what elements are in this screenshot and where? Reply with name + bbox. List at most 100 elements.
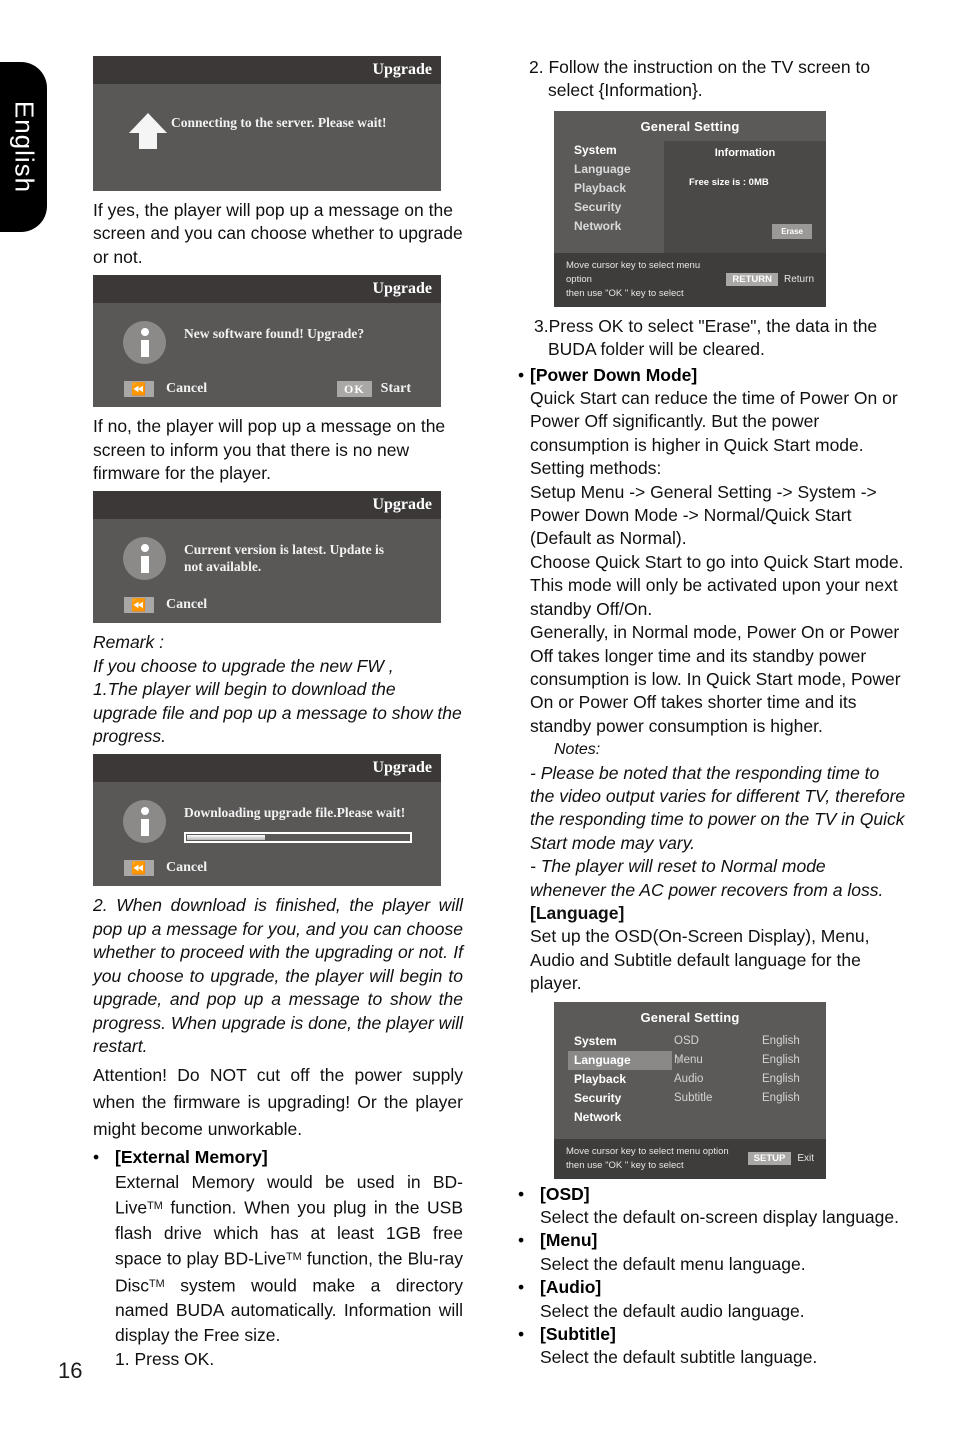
prev-track-key-icon[interactable]: ⏪: [124, 597, 154, 614]
option-osd-heading: [OSD]: [540, 1183, 590, 1204]
external-memory-step1: 1. Press OK.: [115, 1349, 215, 1370]
lang-row-key: Audio: [674, 1072, 704, 1085]
general-setting-language-dialog: General Setting System Language Playback…: [554, 1001, 826, 1179]
ok-key-button[interactable]: OK: [337, 381, 372, 398]
free-size-text: Free size is : 0MB: [689, 176, 769, 188]
gs-footer-text: Move cursor key to select menu option th…: [566, 259, 726, 301]
dialog-message: Connecting to the server. Please wait!: [171, 115, 387, 130]
option-subtitle-heading: [Subtitle]: [540, 1324, 616, 1345]
info-icon: [123, 321, 166, 365]
dialog-title-bar: Upgrade: [93, 754, 441, 783]
prev-track-key-icon[interactable]: ⏪: [124, 381, 154, 398]
table-row[interactable]: OSD English: [664, 1032, 826, 1051]
gs-footer-line2: then use "OK " key to select: [566, 287, 684, 299]
option-menu-heading: [Menu]: [540, 1230, 598, 1251]
lang-row-key: Subtitle: [674, 1091, 713, 1104]
power-down-para-2: Setting methods:: [530, 458, 662, 479]
gs-information-panel: Information Free size is : 0MB Erase: [664, 140, 826, 253]
option-menu-desc: Select the default menu language.: [540, 1253, 806, 1274]
right-column: 2. Follow the instruction on the TV scre…: [518, 56, 906, 1370]
gs-footer-key-group: SETUP Exit: [747, 1152, 826, 1166]
table-row[interactable]: Subtitle English: [664, 1089, 826, 1108]
cancel-label[interactable]: Cancel: [154, 597, 207, 613]
language-tab-label: English: [9, 100, 39, 194]
prev-track-key-icon[interactable]: ⏪: [124, 860, 154, 877]
external-memory-heading: [External Memory]: [115, 1147, 268, 1168]
dialog-version-latest: Upgrade Current version is latest. Updat…: [93, 491, 441, 624]
dialog-body: New software found! Upgrade? ⏪ Cancel OK…: [93, 303, 441, 407]
setup-key-button[interactable]: SETUP: [747, 1152, 792, 1166]
gs-menu-item-network[interactable]: Network: [568, 1108, 664, 1127]
gs-menu-item-system[interactable]: System: [568, 1032, 664, 1051]
start-label[interactable]: Start: [372, 381, 411, 397]
dialog-title-bar: Upgrade: [93, 491, 441, 520]
remark-step2: 2. When download is finished, the player…: [93, 895, 463, 1056]
bullet-icon: •: [518, 1277, 525, 1298]
gs-footer-line1: Move cursor key to select menu option: [566, 259, 701, 285]
gs-menu-item-network[interactable]: Network: [568, 217, 664, 236]
gs-menu-item-playback[interactable]: Playback: [568, 1070, 664, 1089]
power-down-heading-row: • [Power Down Mode]: [518, 364, 906, 387]
dialog-message: Downloading upgrade file.Please wait!: [184, 805, 406, 821]
lang-row-value: English: [762, 1091, 800, 1104]
external-memory-heading-row: • [External Memory]: [93, 1146, 463, 1169]
lang-row-value: English: [762, 1034, 800, 1047]
general-setting-information-dialog: General Setting System Language Playback…: [554, 110, 826, 307]
setup-key-label: Exit: [797, 1153, 814, 1165]
table-row[interactable]: Audio English: [664, 1070, 826, 1089]
lang-row-key: OSD: [674, 1034, 699, 1047]
power-down-para-4: Choose Quick Start to go into Quick Star…: [530, 551, 904, 619]
em-text-4: system would make a directory named BUDA…: [115, 1275, 463, 1345]
table-row[interactable]: Menu English: [664, 1051, 826, 1070]
trademark-3: TM: [149, 1277, 165, 1290]
gs-footer-key-group: RETURN Return: [726, 273, 826, 287]
progress-fill: [187, 835, 266, 841]
bullet-icon: •: [93, 1147, 100, 1168]
note-1: - Please be noted that the responding ti…: [530, 762, 906, 853]
gs-language-rows: OSD English Menu English Audio English S…: [664, 1032, 826, 1127]
note-2: - The player will reset to Normal mode w…: [530, 856, 884, 900]
download-progress-bar: [184, 832, 412, 844]
dialog-title: Upgrade: [372, 280, 432, 298]
gs-menu-item-language[interactable]: Language: [568, 1050, 683, 1070]
dialog-message: New software found! Upgrade?: [184, 326, 365, 342]
option-menu-heading-row: • [Menu]: [518, 1229, 906, 1252]
dialog-title: Upgrade: [372, 759, 432, 777]
lang-row-value: English: [762, 1053, 800, 1066]
gs-menu-item-playback[interactable]: Playback: [568, 179, 664, 198]
gs-menu-item-language[interactable]: Language: [568, 160, 664, 179]
info-icon: [123, 537, 166, 581]
dialog-new-software: Upgrade New software found! Upgrade? ⏪ C…: [93, 275, 441, 408]
cancel-label[interactable]: Cancel: [154, 860, 207, 876]
gs-title: General Setting: [640, 118, 740, 134]
return-key-label: Return: [783, 274, 814, 286]
dialog-body: Connecting to the server. Please wait!: [93, 84, 441, 191]
cancel-label[interactable]: Cancel: [154, 381, 207, 397]
gs-main: System Language Playback Security Networ…: [554, 140, 826, 253]
dialog-connecting: Upgrade Connecting to the server. Please…: [93, 56, 441, 191]
language-section-heading: [Language]: [530, 902, 625, 923]
trademark-2: TM: [286, 1251, 302, 1264]
gs-menu-list: System Language Playback Security Networ…: [554, 141, 664, 253]
return-key-button[interactable]: RETURN: [726, 273, 778, 287]
gs-menu-list: System Language Playback Security Networ…: [554, 1032, 683, 1127]
bullet-icon: •: [518, 1230, 525, 1251]
notes-heading: Notes:: [554, 741, 601, 759]
attention-note: Attention! Do NOT cut off the power supp…: [93, 1065, 463, 1140]
gs-menu-item-security[interactable]: Security: [568, 198, 664, 217]
power-down-para-1: Quick Start can reduce the time of Power…: [530, 388, 898, 455]
option-subtitle-heading-row: • [Subtitle]: [518, 1323, 906, 1346]
para-if-yes: If yes, the player will pop up a message…: [93, 200, 463, 267]
remark-line2: 1.The player will begin to download the …: [93, 679, 462, 747]
power-down-heading: [Power Down Mode]: [530, 364, 698, 385]
info-icon: [123, 800, 166, 844]
external-memory-body: External Memory would be used in BD-Live…: [93, 1170, 463, 1348]
gs-title: General Setting: [640, 1009, 740, 1025]
erase-button[interactable]: Erase: [772, 223, 812, 239]
gs-main: System Language Playback Security Networ…: [554, 1032, 826, 1139]
bullet-icon: •: [518, 1183, 525, 1204]
bullet-icon: •: [518, 364, 525, 385]
gs-menu-item-security[interactable]: Security: [568, 1089, 664, 1108]
gs-menu-item-system[interactable]: System: [568, 141, 664, 160]
language-section-description: Set up the OSD(On-Screen Display), Menu,…: [530, 926, 870, 994]
